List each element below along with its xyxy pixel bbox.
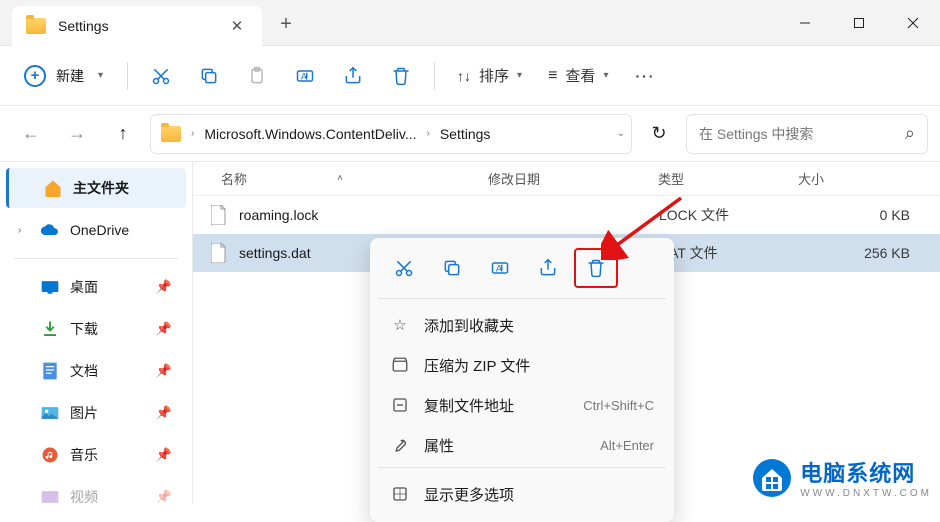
breadcrumb[interactable]: › Microsoft.Windows.ContentDeliv... › Se… [150, 114, 632, 154]
archive-icon [390, 355, 410, 375]
folder-icon [26, 18, 46, 34]
view-button[interactable]: ≡ 查看 ▾ [538, 55, 618, 97]
wrench-icon [390, 435, 410, 455]
separator [434, 62, 435, 90]
search-placeholder: 在 Settings 中搜索 [699, 124, 813, 144]
chevron-right-icon: › [18, 225, 30, 236]
sidebar-item-documents[interactable]: 文档 📌 [6, 351, 186, 391]
chevron-down-icon: ▾ [98, 70, 103, 81]
separator [378, 467, 666, 468]
refresh-button[interactable]: ↻ [640, 115, 678, 153]
close-window-button[interactable] [886, 2, 940, 44]
sidebar-item-onedrive[interactable]: › OneDrive [6, 210, 186, 250]
pin-icon: 📌 [156, 447, 172, 463]
ctx-item-properties[interactable]: 属性 Alt+Enter [378, 425, 666, 465]
delete-button[interactable] [380, 55, 422, 97]
pin-icon: 📌 [156, 279, 172, 295]
sidebar-item-downloads[interactable]: 下载 📌 [6, 309, 186, 349]
video-icon [40, 487, 60, 503]
column-type[interactable]: 类型 [658, 169, 798, 188]
separator [127, 62, 128, 90]
separator [14, 258, 178, 259]
view-icon: ≡ [548, 67, 557, 85]
ctx-item-copy-path[interactable]: 复制文件地址 Ctrl+Shift+C [378, 385, 666, 425]
sort-indicator-icon: ˄ [337, 173, 343, 184]
sidebar-item-pictures[interactable]: 图片 📌 [6, 393, 186, 433]
cut-button[interactable] [140, 55, 182, 97]
file-row[interactable]: roaming.lock LOCK 文件 0 KB [193, 196, 940, 234]
up-button[interactable]: ↑ [104, 115, 142, 153]
navigation-bar: ← → ↑ › Microsoft.Windows.ContentDeliv..… [0, 106, 940, 162]
download-icon [40, 319, 60, 339]
pin-icon: 📌 [156, 321, 172, 337]
separator [378, 298, 666, 299]
file-icon [211, 205, 229, 225]
ctx-rename-button[interactable]: A [478, 248, 522, 288]
folder-icon [161, 126, 181, 142]
back-button[interactable]: ← [12, 115, 50, 153]
pin-icon: 📌 [156, 363, 172, 379]
new-label: 新建 [56, 66, 84, 86]
search-icon: ⌕ [905, 123, 915, 144]
new-tab-button[interactable]: + [266, 5, 306, 45]
ctx-delete-button[interactable] [574, 248, 618, 288]
column-date[interactable]: 修改日期 [488, 169, 658, 188]
window-controls [778, 2, 940, 44]
home-icon [43, 178, 63, 198]
rename-button[interactable]: A [284, 55, 326, 97]
sidebar: 主文件夹 › OneDrive 桌面 📌 下载 📌 文档 📌 [0, 162, 193, 503]
new-button[interactable]: + 新建 ▾ [12, 55, 115, 97]
star-icon: ☆ [390, 315, 410, 335]
ctx-cut-button[interactable] [382, 248, 426, 288]
sidebar-item-music[interactable]: 音乐 📌 [6, 435, 186, 475]
cloud-icon [40, 220, 60, 240]
ctx-item-zip[interactable]: 压缩为 ZIP 文件 [378, 345, 666, 385]
toolbar: + 新建 ▾ A ↑↓ 排序 ▾ ≡ 查看 ▾ ··· [0, 46, 940, 106]
pictures-icon [40, 403, 60, 423]
sidebar-item-videos[interactable]: 视频 📌 [6, 477, 186, 503]
watermark: 电脑系统网 WWW.DNXTW.COM [752, 456, 932, 499]
copy-button[interactable] [188, 55, 230, 97]
logo-icon [752, 458, 792, 498]
column-name[interactable]: 名称˄ [193, 169, 488, 188]
ctx-item-favorite[interactable]: ☆ 添加到收藏夹 [378, 305, 666, 345]
ctx-copy-button[interactable] [430, 248, 474, 288]
ctx-item-more[interactable]: 显示更多选项 [378, 474, 666, 514]
link-icon [390, 395, 410, 415]
window-tab[interactable]: Settings ✕ [12, 6, 262, 46]
more-icon [390, 484, 410, 504]
pin-icon: 📌 [156, 405, 172, 421]
search-input[interactable]: 在 Settings 中搜索 ⌕ [686, 114, 928, 154]
maximize-button[interactable] [832, 2, 886, 44]
chevron-down-icon[interactable]: ⌄ [617, 128, 625, 139]
chevron-right-icon: › [191, 128, 194, 139]
more-button[interactable]: ··· [624, 55, 666, 97]
plus-circle-icon: + [24, 65, 46, 87]
chevron-down-icon: ▾ [517, 70, 522, 81]
context-menu: A ☆ 添加到收藏夹 压缩为 ZIP 文件 复制文件地址 Ctrl+Shift+… [370, 238, 674, 522]
sort-button[interactable]: ↑↓ 排序 ▾ [447, 55, 532, 97]
minimize-button[interactable] [778, 2, 832, 44]
tab-title: Settings [58, 18, 109, 34]
breadcrumb-segment[interactable]: Microsoft.Windows.ContentDeliv... [204, 126, 416, 142]
documents-icon [40, 361, 60, 381]
chevron-right-icon: › [426, 128, 429, 139]
sort-icon: ↑↓ [457, 68, 471, 84]
sidebar-item-desktop[interactable]: 桌面 📌 [6, 267, 186, 307]
paste-button[interactable] [236, 55, 278, 97]
close-tab-button[interactable]: ✕ [222, 17, 252, 35]
pin-icon: 📌 [156, 489, 172, 503]
music-icon [40, 445, 60, 465]
desktop-icon [40, 277, 60, 297]
share-button[interactable] [332, 55, 374, 97]
forward-button[interactable]: → [58, 115, 96, 153]
title-bar: Settings ✕ + [0, 0, 940, 46]
column-headers: 名称˄ 修改日期 类型 大小 [193, 162, 940, 196]
ctx-share-button[interactable] [526, 248, 570, 288]
column-size[interactable]: 大小 [798, 169, 940, 188]
sidebar-item-home[interactable]: 主文件夹 [6, 168, 186, 208]
breadcrumb-segment[interactable]: Settings [440, 126, 491, 142]
chevron-down-icon: ▾ [603, 70, 608, 81]
file-icon [211, 243, 229, 263]
